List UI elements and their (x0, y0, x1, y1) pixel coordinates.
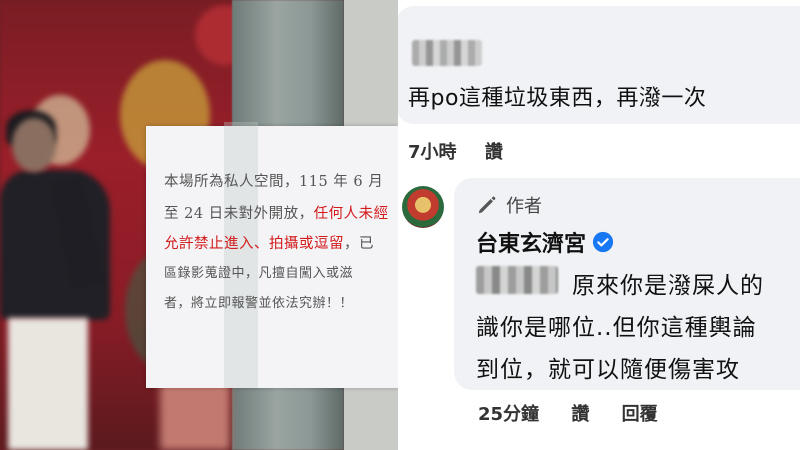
reply-text-line-1: 原來你是潑屎人的 (572, 273, 764, 299)
replier-name[interactable]: 台東玄濟宮 (476, 226, 614, 258)
transparent-tape (224, 122, 258, 388)
pen-icon (478, 196, 496, 214)
temple-photo: 本場所為私人空間，115 年 6 月 至 24 日未對外開放，任何人未經 允許禁… (0, 0, 398, 450)
notice-line-3: 允許禁止進入、拍攝或逗留，已 (164, 236, 374, 252)
reply-meta: 25分鐘 讚 回覆 (478, 400, 684, 426)
comment-timestamp[interactable]: 7小時 (408, 142, 457, 163)
blurred-person-head (12, 118, 56, 172)
page-avatar[interactable] (402, 186, 444, 228)
comment-meta: 7小時 讚 (408, 138, 525, 164)
notice-line-4: 區錄影蒐證中，凡擅自闖入或滋 (164, 266, 354, 281)
blurred-person-legs (8, 318, 88, 450)
reply-bubble: 作者 台東玄濟宮 原來你是潑屎人的 識你是哪位..但你這種輿論 到位，就可以隨便… (454, 178, 800, 390)
reply-text-line-3: 到位，就可以隨便傷害攻 (476, 357, 740, 383)
reply-timestamp[interactable]: 25分鐘 (478, 404, 539, 425)
posted-notice: 本場所為私人空間，115 年 6 月 至 24 日未對外開放，任何人未經 允許禁… (146, 122, 398, 388)
notice-line-5: 者，將立即報警並依法究辦！！ (164, 296, 354, 311)
notice-line-2: 至 24 日未對外開放，任何人未經 (164, 206, 389, 222)
verified-badge-icon (592, 231, 614, 253)
author-badge-label: 作者 (506, 196, 542, 217)
author-badge: 作者 (476, 192, 542, 218)
comment-thread: 再po這種垃圾東西，再潑一次 7小時 讚 作者 台東玄濟宮 原來你是潑屎人的 識… (398, 0, 800, 450)
replier-name-text[interactable]: 台東玄濟宮 (476, 226, 586, 258)
comment-bubble: 再po這種垃圾東西，再潑一次 (398, 6, 800, 124)
reply-text-line-2: 識你是哪位..但你這種輿論 (476, 315, 757, 341)
reply-like-button[interactable]: 讚 (571, 404, 589, 425)
like-button[interactable]: 讚 (485, 142, 503, 163)
notice-line-1: 本場所為私人空間，115 年 6 月 (164, 174, 384, 190)
blurred-commenter-name (412, 40, 482, 66)
reply-button[interactable]: 回覆 (622, 404, 658, 425)
comment-text: 再po這種垃圾東西，再潑一次 (408, 86, 707, 111)
blurred-mention-tag (476, 266, 558, 294)
